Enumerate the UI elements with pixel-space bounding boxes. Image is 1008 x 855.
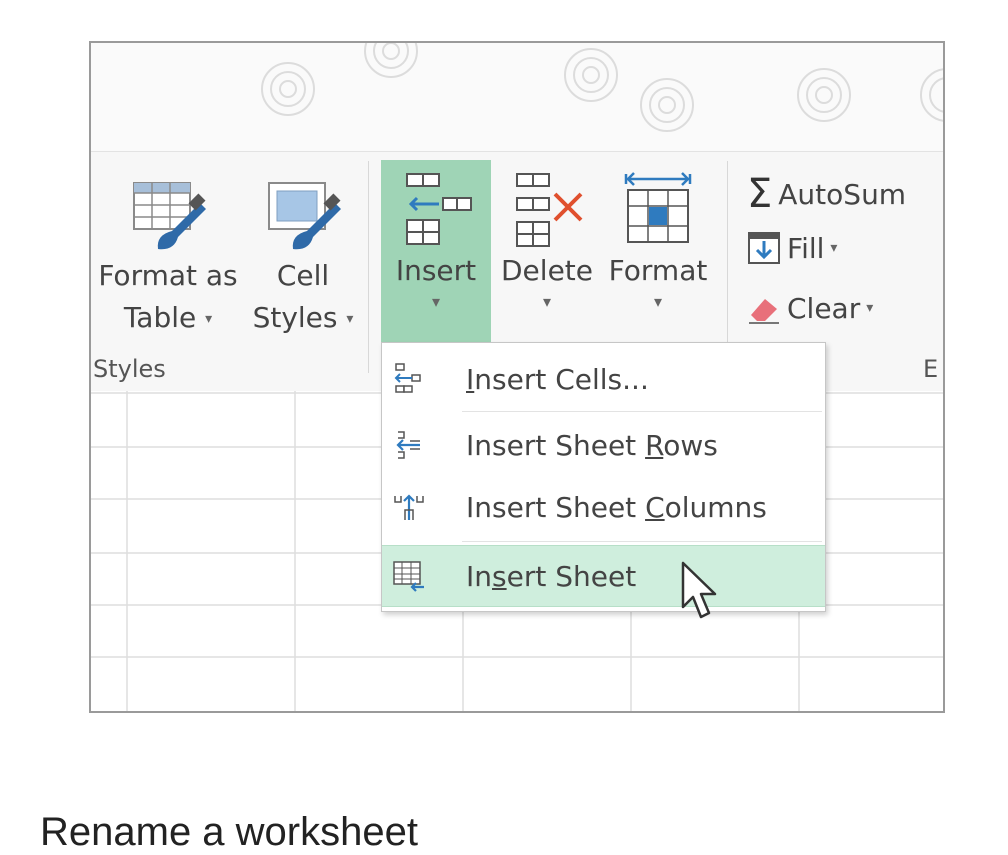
group-divider [368,161,369,373]
autosum-button[interactable]: Σ AutoSum [747,171,906,217]
menu-separator [462,411,822,412]
menu-item-insert-sheet-columns[interactable]: Insert Sheet Columns [382,477,825,537]
delete-label: Delete [501,254,593,287]
decorative-background [91,43,943,151]
fill-down-icon [748,232,780,264]
menu-item-label: Insert Sheet Columns [466,490,767,524]
excel-window: Format as Table ▾ Cell Styles ▾ Insert ▾ [89,41,945,713]
editing-group-label: E [923,355,939,383]
format-as-table-button[interactable]: Format as Table ▾ [95,173,241,340]
insert-button[interactable]: Insert ▾ [381,168,491,312]
insert-cells-icon [406,173,472,245]
eraser-icon [749,299,779,324]
section-heading: Rename a worksheet [40,810,418,854]
dropdown-arrow-icon: ▾ [866,300,874,316]
cell-styles-label-2: Styles [252,301,338,334]
dropdown-arrow-icon: ▾ [346,311,354,327]
cell-styles-button[interactable]: Cell Styles ▾ [243,173,363,340]
fill-button[interactable]: Fill ▾ [747,231,837,265]
chevron-down-icon: ▾ [431,292,441,311]
insert-label: Insert [395,254,477,287]
menu-item-insert-cells[interactable]: Insert Cells... [382,349,825,409]
menu-item-insert-sheet-rows[interactable]: Insert Sheet Rows [382,415,825,475]
delete-cells-icon [516,173,583,247]
menu-item-insert-sheet[interactable]: Insert Sheet [382,545,825,607]
menu-item-label: Insert Sheet Rows [466,428,718,462]
cell-styles-icon [268,182,341,250]
insert-rows-icon [396,431,420,459]
clear-label: Clear [787,291,861,325]
chevron-down-icon: ▾ [542,292,552,311]
format-as-table-label-2: Table [123,301,197,334]
autosum-label: AutoSum [778,177,907,211]
delete-button[interactable]: Delete ▾ [497,168,597,312]
format-label: Format [608,254,708,287]
dropdown-arrow-icon: ▾ [830,240,838,256]
insert-sheet-icon [393,561,424,592]
insert-columns-icon [394,494,424,520]
mouse-pointer-icon [681,561,717,619]
format-as-table-icon [133,182,206,250]
swirl-pattern-icon [261,43,943,132]
styles-group-label: Styles [93,355,166,383]
format-button[interactable]: Format ▾ [601,168,715,312]
clear-button[interactable]: Clear ▾ [747,291,873,325]
menu-item-label: Insert Sheet [466,559,637,593]
menu-separator [462,541,822,542]
chevron-down-icon: ▾ [653,292,663,311]
cell-styles-label-1: Cell [276,259,330,292]
insert-dropdown-menu: Insert Cells... Insert Sheet Rows Insert… [381,342,826,612]
insert-cells-small-icon [394,363,421,393]
menu-item-label: Insert Cells... [466,362,649,396]
format-cells-icon [624,172,692,243]
fill-label: Fill [787,231,825,265]
format-as-table-label-1: Format as [98,259,238,292]
sigma-icon: Σ [747,171,773,217]
dropdown-arrow-icon: ▾ [205,311,213,327]
